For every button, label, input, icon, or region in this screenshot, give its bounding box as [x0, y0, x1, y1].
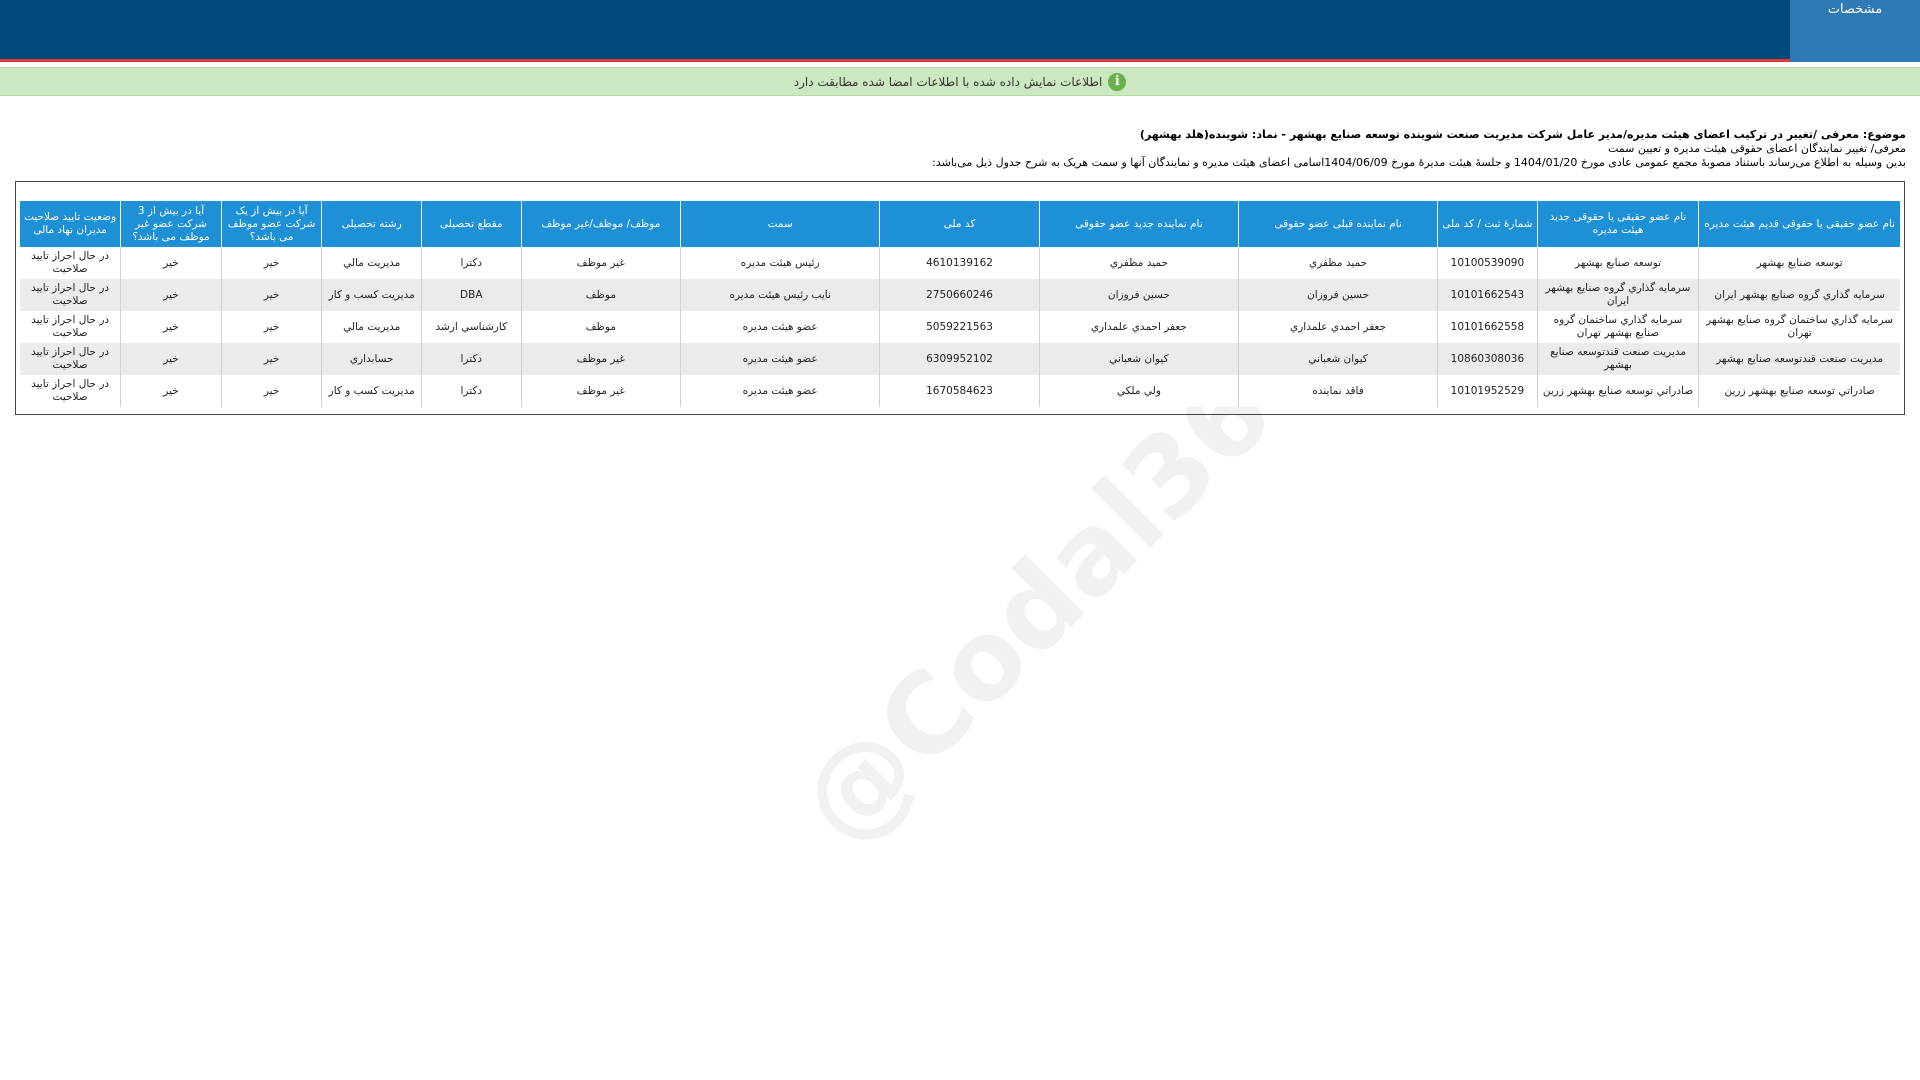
cell-position: رئیس هیئت مدیره: [680, 247, 880, 279]
subject-line: موضوع: معرفی /تغییر در ترکیب اعضای هیئت …: [1139, 128, 1906, 141]
col-previous-representative: نام نماینده قبلی عضو حقوقی: [1237, 201, 1438, 247]
cell-position: نایب رئیس هیئت مدیره: [680, 279, 880, 311]
cell-new-representative: جعفر احمدي علمداري: [1038, 311, 1239, 343]
cell-old-member: صادراتي توسعه صنايع بهشهر زرين: [1698, 375, 1900, 407]
cell-previous-representative: حميد مظفري: [1237, 247, 1438, 279]
cell-education-degree: کارشناسي ارشد: [420, 311, 522, 343]
cell-registration-no: 10101952529: [1437, 375, 1538, 407]
cell-executive-status: موظف: [520, 279, 681, 311]
cell-education-degree: دکترا: [420, 343, 522, 375]
tab-details[interactable]: مشخصات: [1790, 0, 1920, 62]
subject-subline: معرفی/ تغییر نمایندگان اعضای حقوقی هیئت …: [1607, 142, 1906, 155]
board-members-panel: نام عضو حقیقی یا حقوقی قدیم هیئت مدیره ن…: [15, 181, 1905, 415]
cell-old-member: سرمايه گذاري ساختمان گروه صنايع بهشهر ته…: [1698, 311, 1900, 343]
cell-education-degree: DBA: [420, 279, 522, 311]
cell-multi-executive: خیر: [220, 279, 322, 311]
cell-national-id: 1670584623: [879, 375, 1040, 407]
cell-qualification-status: در حال احراز تایید صلاحیت: [20, 279, 121, 311]
notice-text: اطلاعات نمایش داده شده با اطلاعات امضا ش…: [793, 74, 1103, 89]
cell-national-id: 5059221563: [879, 311, 1040, 343]
cell-new-representative: ولي ملکي: [1038, 375, 1239, 407]
cell-previous-representative: حسين فروزان: [1237, 279, 1438, 311]
col-multi-executive: آیا در بیش از یک شرکت عضو موظف می باشد؟: [220, 201, 322, 247]
cell-new-representative: کيوان شعباني: [1038, 343, 1239, 375]
cell-qualification-status: در حال احراز تایید صلاحیت: [20, 311, 121, 343]
board-members-table: نام عضو حقیقی یا حقوقی قدیم هیئت مدیره ن…: [20, 201, 1900, 407]
cell-national-id: 2750660246: [879, 279, 1040, 311]
cell-multi-executive: خیر: [220, 311, 322, 343]
cell-qualification-status: در حال احراز تایید صلاحیت: [20, 343, 121, 375]
cell-old-member: مديريت صنعت قندتوسعه صنايع بهشهر: [1698, 343, 1900, 375]
cell-field-of-study: حسابداري: [321, 343, 422, 375]
cell-old-member: سرمايه گذاري گروه صنايع بهشهر ايران: [1698, 279, 1900, 311]
cell-qualification-status: در حال احراز تایید صلاحیت: [20, 375, 121, 407]
col-education-degree: مقطع تحصیلی: [420, 201, 522, 247]
cell-previous-representative: جعفر احمدي علمداري: [1237, 311, 1438, 343]
cell-field-of-study: مديريت مالي: [321, 311, 422, 343]
col-executive-status: موظف/ موظف/غیر موظف: [520, 201, 681, 247]
cell-position: عضو هیئت مدیره: [680, 343, 880, 375]
cell-executive-status: غیر موظف: [520, 343, 681, 375]
cell-new-member: سرمايه گذاري ساختمان گروه صنايع بهشهر ته…: [1536, 311, 1699, 343]
col-new-member: نام عضو حقیقی یا حقوقی جدید هیئت مدیره: [1536, 201, 1699, 247]
cell-national-id: 6309952102: [879, 343, 1040, 375]
table-header-row: نام عضو حقیقی یا حقوقی قدیم هیئت مدیره ن…: [20, 201, 1900, 247]
cell-education-degree: دکترا: [420, 375, 522, 407]
col-qualification-status: وضعیت تایید صلاحیت مدیران نهاد مالی: [20, 201, 121, 247]
cell-multi-executive: خیر: [220, 343, 322, 375]
cell-new-representative: حميد مظفري: [1038, 247, 1239, 279]
table-row: مديريت صنعت قندتوسعه صنايع بهشهر مديريت …: [20, 343, 1900, 375]
cell-new-member: سرمايه گذاري گروه صنايع بهشهر ايران: [1536, 279, 1699, 311]
cell-position: عضو هیئت مدیره: [680, 311, 880, 343]
cell-multi-executive: خیر: [220, 247, 322, 279]
cell-previous-representative: فاقد نماینده: [1237, 375, 1438, 407]
col-registration-no: شمارهٔ ثبت / کد ملی: [1437, 201, 1538, 247]
announcement-header: موضوع: معرفی /تغییر در ترکیب اعضای هیئت …: [706, 128, 1906, 170]
cell-multi-executive: خیر: [220, 375, 322, 407]
cell-national-id: 4610139162: [879, 247, 1040, 279]
cell-multi-nonexecutive: خیر: [120, 247, 222, 279]
info-icon: i: [1108, 72, 1127, 91]
top-bar: مشخصات: [0, 0, 1920, 62]
cell-field-of-study: مديريت کسب و کار: [321, 375, 422, 407]
col-multi-nonexecutive: آیا در بیش از 3 شرکت عضو غیر موظف می باش…: [120, 201, 222, 247]
cell-multi-nonexecutive: خیر: [120, 375, 222, 407]
cell-new-member: صادراتي توسعه صنايع بهشهر زرين: [1536, 375, 1699, 407]
announcement-text: بدین وسیله به اطلاع می‌رساند باستناد مصو…: [932, 156, 1906, 169]
cell-field-of-study: مديريت کسب و کار: [321, 279, 422, 311]
cell-executive-status: موظف: [520, 311, 681, 343]
col-new-representative: نام نماینده جدید عضو حقوقی: [1038, 201, 1239, 247]
col-national-id: کد ملی: [879, 201, 1040, 247]
cell-registration-no: 10101662543: [1437, 279, 1538, 311]
cell-multi-nonexecutive: خیر: [120, 279, 222, 311]
cell-multi-nonexecutive: خیر: [120, 343, 222, 375]
cell-qualification-status: در حال احراز تایید صلاحیت: [20, 247, 121, 279]
cell-multi-nonexecutive: خیر: [120, 311, 222, 343]
cell-previous-representative: کيوان شعباني: [1237, 343, 1438, 375]
cell-registration-no: 10100539090: [1437, 247, 1538, 279]
cell-position: عضو هیئت مدیره: [680, 375, 880, 407]
cell-registration-no: 10101662558: [1437, 311, 1538, 343]
cell-new-member: توسعه صنایع بهشهر: [1536, 247, 1699, 279]
table-row: توسعه صنایع بهشهر توسعه صنایع بهشهر 1010…: [20, 247, 1900, 279]
cell-executive-status: غیر موظف: [520, 375, 681, 407]
cell-new-member: مديريت صنعت قندتوسعه صنايع بهشهر: [1536, 343, 1699, 375]
cell-field-of-study: مديريت مالي: [321, 247, 422, 279]
table-row: سرمايه گذاري گروه صنايع بهشهر ايران سرما…: [20, 279, 1900, 311]
cell-executive-status: غیر موظف: [520, 247, 681, 279]
col-old-member: نام عضو حقیقی یا حقوقی قدیم هیئت مدیره: [1698, 201, 1900, 247]
cell-education-degree: دکترا: [420, 247, 522, 279]
table-row: صادراتي توسعه صنايع بهشهر زرين صادراتي ت…: [20, 375, 1900, 407]
table-row: سرمايه گذاري ساختمان گروه صنايع بهشهر ته…: [20, 311, 1900, 343]
verification-notice: i اطلاعات نمایش داده شده با اطلاعات امضا…: [0, 67, 1920, 96]
cell-old-member: توسعه صنایع بهشهر: [1698, 247, 1900, 279]
cell-registration-no: 10860308036: [1437, 343, 1538, 375]
col-position: سمت: [680, 201, 880, 247]
col-field-of-study: رشته تحصیلی: [321, 201, 422, 247]
cell-new-representative: حسين فروزان: [1038, 279, 1239, 311]
